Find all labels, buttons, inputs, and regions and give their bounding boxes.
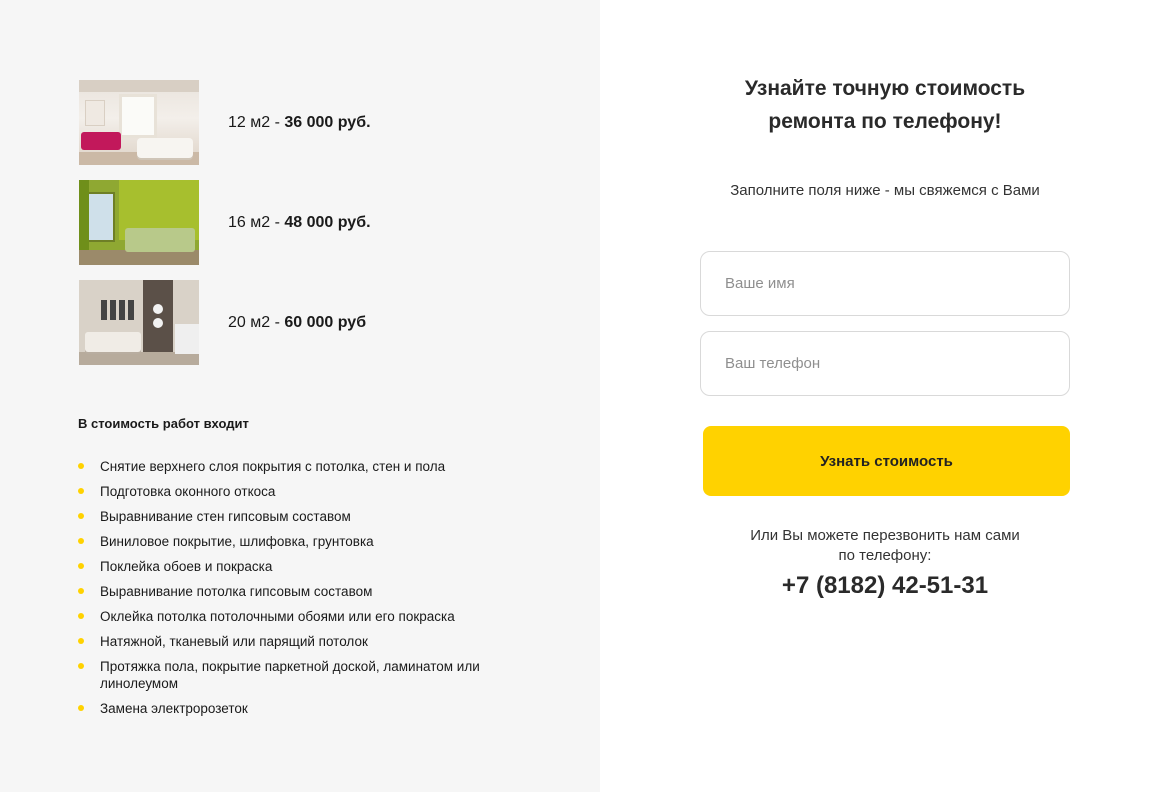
- offer-price: 48 000 руб.: [284, 213, 371, 231]
- offer-area: 20 м2 -: [228, 313, 285, 331]
- included-title: В стоимость работ входит: [78, 416, 249, 431]
- bullet-icon: [78, 563, 84, 569]
- form-subtitle: Заполните поля ниже - мы свяжемся с Вами: [730, 182, 1040, 199]
- included-list: Снятие верхнего слоя покрытия с потолка,…: [78, 458, 518, 725]
- offer-area: 12 м2 -: [228, 113, 285, 131]
- list-item: Виниловое покрытие, шлифовка, грунтовка: [78, 533, 518, 550]
- bullet-icon: [78, 613, 84, 619]
- offer-price-text: 16 м2 - 48 000 руб.: [228, 214, 371, 232]
- bullet-icon: [78, 588, 84, 594]
- offer-item: 12 м2 - 36 000 руб.: [79, 80, 371, 165]
- pricing-panel: 12 м2 - 36 000 руб. 16 м2 - 48 000 руб. …: [0, 0, 600, 792]
- bullet-icon: [78, 663, 84, 669]
- offer-item: 20 м2 - 60 000 руб: [79, 280, 366, 365]
- room-photo: [79, 280, 199, 365]
- room-photo: [79, 80, 199, 165]
- list-item: Снятие верхнего слоя покрытия с потолка,…: [78, 458, 518, 475]
- bullet-icon: [78, 463, 84, 469]
- bullet-icon: [78, 638, 84, 644]
- callback-form-panel: Узнайте точную стоимость ремонта по теле…: [600, 0, 1170, 792]
- list-item: Выравнивание потолка гипсовым составом: [78, 583, 518, 600]
- room-photo: [79, 180, 199, 265]
- form-title: Узнайте точную стоимость ремонта по теле…: [744, 77, 1026, 133]
- list-item: Подготовка оконного откоса: [78, 483, 518, 500]
- offer-price: 60 000 руб: [284, 313, 367, 331]
- get-price-button[interactable]: Узнать стоимость: [703, 426, 1070, 496]
- offer-item: 16 м2 - 48 000 руб.: [79, 180, 371, 265]
- callback-text: Или Вы можете перезвонить нам сами по те…: [750, 527, 1020, 564]
- list-item: Натяжной, тканевый или парящий потолок: [78, 633, 518, 650]
- list-item: Поклейка обоев и покраска: [78, 558, 518, 575]
- phone-number[interactable]: +7 (8182) 42-51-31: [600, 572, 1170, 600]
- list-item: Протяжка пола, покрытие паркетной доской…: [78, 658, 518, 692]
- bullet-icon: [78, 705, 84, 711]
- bullet-icon: [78, 513, 84, 519]
- list-item: Замена электророзеток: [78, 700, 518, 717]
- bullet-icon: [78, 488, 84, 494]
- list-item: Оклейка потолка потолочными обоями или е…: [78, 608, 518, 625]
- phone-input[interactable]: [700, 331, 1070, 396]
- name-input[interactable]: [700, 251, 1070, 316]
- offer-price-text: 12 м2 - 36 000 руб.: [228, 114, 371, 132]
- bullet-icon: [78, 538, 84, 544]
- offer-price: 36 000 руб.: [284, 113, 371, 131]
- offer-price-text: 20 м2 - 60 000 руб: [228, 314, 366, 332]
- list-item: Выравнивание стен гипсовым составом: [78, 508, 518, 525]
- offer-area: 16 м2 -: [228, 213, 285, 231]
